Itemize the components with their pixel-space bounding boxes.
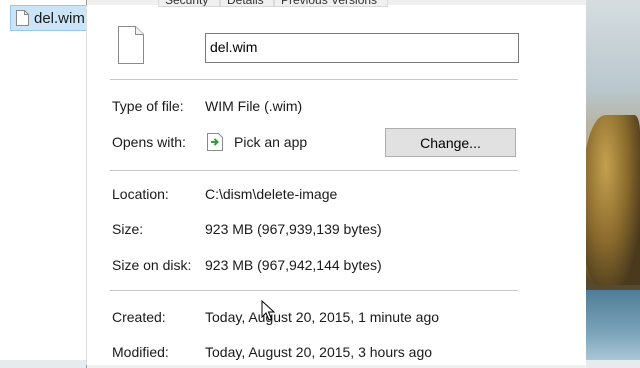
size-on-disk-label: Size on disk:: [112, 257, 192, 273]
size-on-disk-value: 923 MB (967,942,144 bytes): [205, 257, 382, 273]
wallpaper-sea: [585, 290, 640, 360]
file-icon: [16, 10, 29, 26]
file-name-input[interactable]: del.wim: [205, 33, 519, 63]
divider: [110, 290, 518, 291]
tab-previous-versions[interactable]: Previous Versions: [274, 0, 388, 7]
change-button[interactable]: Change...: [385, 128, 516, 157]
tab-security[interactable]: Security: [158, 0, 220, 7]
created-value: Today, August 20, 2015, 1 minute ago: [205, 309, 440, 325]
wallpaper-rock: [583, 115, 640, 285]
created-label: Created:: [112, 309, 166, 325]
desktop-file-label: del.wim: [34, 9, 85, 27]
type-of-file-value: WIM File (.wim): [205, 98, 303, 114]
tab-details[interactable]: Details: [220, 0, 274, 7]
tab-strip: Security Details Previous Versions: [158, 0, 388, 7]
opens-with-label: Opens with:: [112, 134, 186, 150]
desktop-file-item[interactable]: del.wim: [10, 5, 88, 31]
size-label: Size:: [112, 221, 144, 237]
modified-value: Today, August 20, 2015, 3 hours ago: [205, 344, 433, 360]
location-label: Location:: [112, 186, 169, 202]
opens-with-app: Pick an app: [234, 134, 308, 150]
desktop-area: [0, 0, 86, 360]
divider: [110, 170, 518, 171]
app-picker-icon: [207, 133, 223, 151]
mouse-cursor-icon: [261, 300, 275, 321]
size-value: 923 MB (967,939,139 bytes): [205, 221, 382, 237]
modified-label: Modified:: [112, 344, 169, 360]
divider: [110, 79, 518, 80]
file-icon: [118, 26, 144, 64]
type-of-file-label: Type of file:: [112, 98, 184, 114]
location-value: C:\dism\delete-image: [205, 186, 338, 202]
